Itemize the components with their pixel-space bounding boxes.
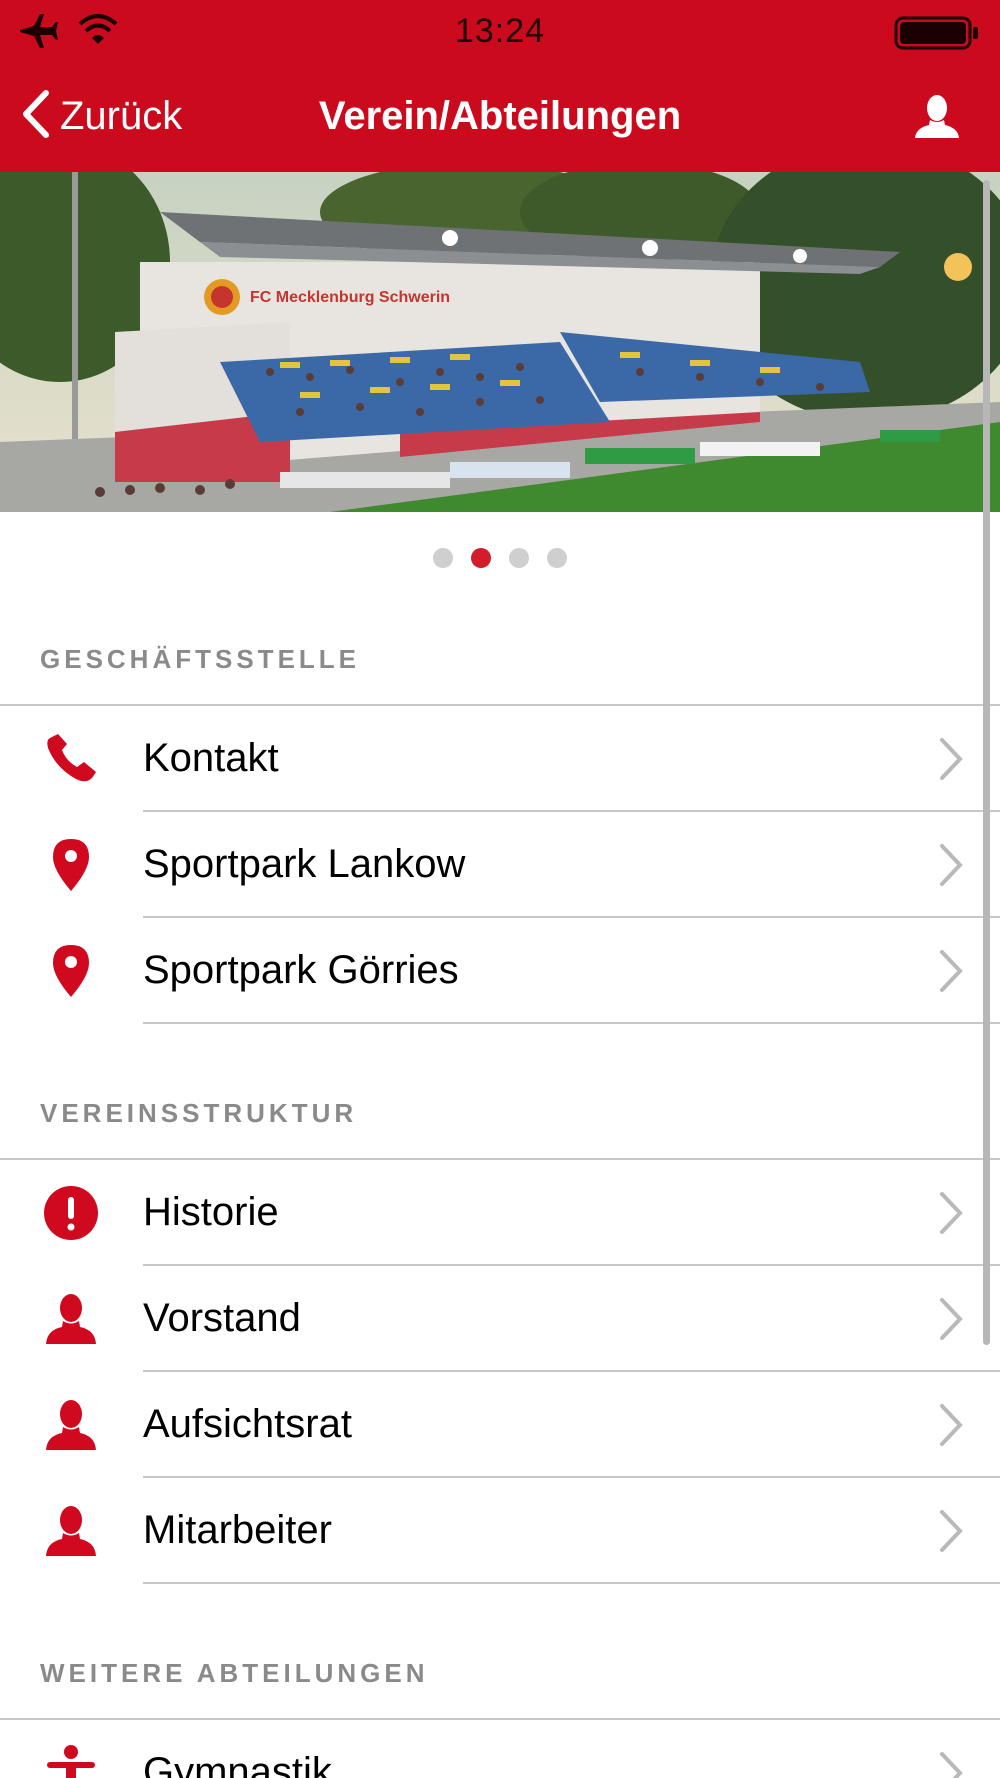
hero-image[interactable]: FC Mecklenburg Schwerin <box>0 172 1000 512</box>
list-item-label: Kontakt <box>143 736 279 780</box>
location-pin-icon <box>40 944 102 998</box>
chevron-right-icon <box>936 1508 966 1559</box>
scroll-indicator[interactable] <box>983 180 990 1345</box>
person-icon <box>40 1398 102 1452</box>
person-icon <box>914 95 960 144</box>
list-item-historie[interactable]: Historie <box>0 1160 1000 1266</box>
page-dot[interactable] <box>509 548 529 568</box>
chevron-right-icon <box>936 948 966 999</box>
person-icon <box>40 1504 102 1558</box>
profile-button[interactable] <box>914 94 960 145</box>
battery-icon <box>894 16 980 55</box>
person-icon <box>40 1292 102 1346</box>
page-dot[interactable] <box>433 548 453 568</box>
page-dot-active[interactable] <box>471 548 491 568</box>
list-item-label: Historie <box>143 1190 279 1234</box>
section-header-vereinsstruktur: VEREINSSTRUKTUR <box>40 1098 358 1128</box>
section-header-weitere-abteilungen: WEITERE ABTEILUNGEN <box>40 1658 429 1688</box>
page-title: Verein/Abteilungen <box>318 94 682 138</box>
list-item-mitarbeiter[interactable]: Mitarbeiter <box>0 1478 1000 1584</box>
list-item-label: Aufsichtsrat <box>143 1402 352 1446</box>
list-item-vorstand[interactable]: Vorstand <box>0 1266 1000 1372</box>
list-item-label: Gymnastik <box>143 1750 332 1778</box>
navigation-bar: Zurück Verein/Abteilungen <box>0 64 1000 172</box>
list-item-label: Mitarbeiter <box>143 1508 332 1552</box>
chevron-right-icon <box>936 736 966 787</box>
page-indicator <box>0 548 1000 568</box>
chevron-right-icon <box>936 1296 966 1347</box>
chevron-right-icon <box>936 1190 966 1241</box>
list-item-label: Sportpark Lankow <box>143 842 466 886</box>
list-item-gymnastik[interactable]: Gymnastik <box>0 1720 1000 1778</box>
location-pin-icon <box>40 838 102 892</box>
list-item-kontakt[interactable]: Kontakt <box>0 706 1000 812</box>
list-item-label: Vorstand <box>143 1296 301 1340</box>
chevron-right-icon <box>936 842 966 893</box>
status-time: 13:24 <box>454 12 546 50</box>
list-item-sportpark-goerries[interactable]: Sportpark Görries <box>0 918 1000 1024</box>
chevron-right-icon <box>936 1750 966 1778</box>
row-separator <box>143 1022 1000 1024</box>
status-bar: 13:24 <box>0 0 1000 64</box>
section-header-geschaeftsstelle: GESCHÄFTSSTELLE <box>40 644 361 674</box>
chevron-right-icon <box>936 1402 966 1453</box>
row-separator <box>143 1582 1000 1584</box>
page-dot[interactable] <box>547 548 567 568</box>
hero-banner-text: FC Mecklenburg Schwerin <box>250 289 450 306</box>
gymnastics-icon <box>40 1745 102 1778</box>
exclamation-circle-icon <box>40 1186 102 1240</box>
phone-icon <box>40 732 102 786</box>
list-item-aufsichtsrat[interactable]: Aufsichtsrat <box>0 1372 1000 1478</box>
list-item-label: Sportpark Görries <box>143 948 459 992</box>
list-item-sportpark-lankow[interactable]: Sportpark Lankow <box>0 812 1000 918</box>
